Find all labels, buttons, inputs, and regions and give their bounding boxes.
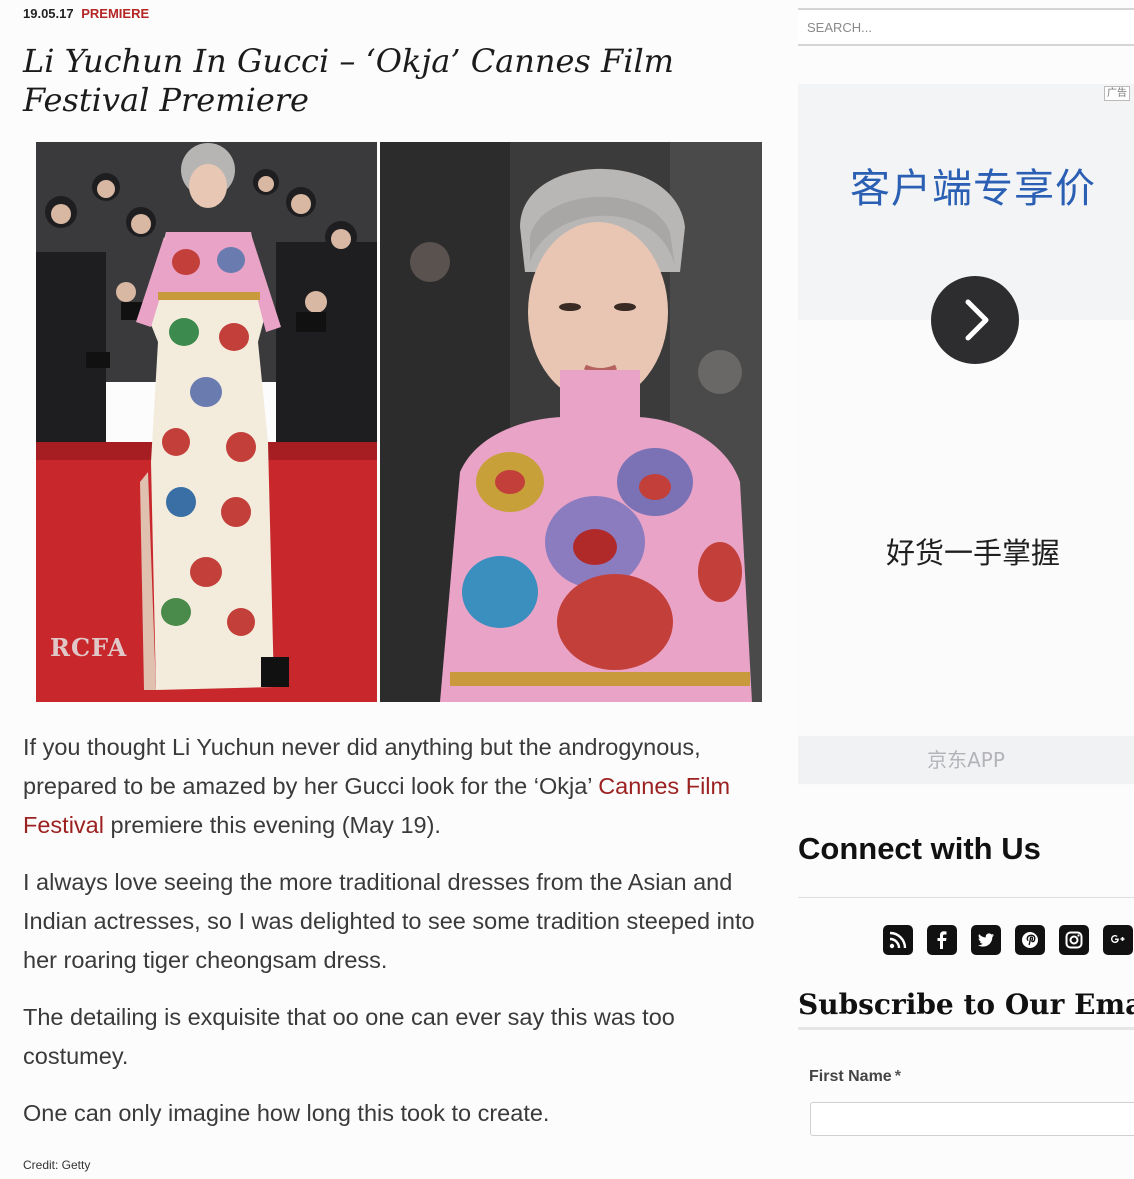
search-box [798,8,1134,46]
full-length-photo[interactable]: RCFA [36,142,377,702]
google-plus-icon[interactable] [1103,925,1133,955]
rss-icon[interactable] [883,925,913,955]
instagram-icon[interactable] [1059,925,1089,955]
ad-next-button[interactable] [931,276,1019,364]
post-meta: 19.05.17 PREMIERE [23,6,149,21]
paragraph-1-text-end: premiere this evening (May 19). [103,812,441,838]
ad-badge: 广告 [1104,86,1130,101]
full-length-photo-illustration [36,142,377,702]
first-name-label-text: First Name [809,1068,892,1085]
photo-credit: Credit: Getty [23,1158,91,1172]
divider [798,897,1134,898]
chevron-right-icon [965,299,989,341]
twitter-icon[interactable] [971,925,1001,955]
sidebar: 广告 客户端专享价 好货一手掌握 京东APP Connect with Us [798,0,1134,1179]
connect-heading: Connect with Us [798,831,1041,866]
divider [798,1027,1134,1030]
article-title[interactable]: Li Yuchun In Gucci – ‘Okja’ Cannes Film … [23,42,763,120]
paragraph-2: I always love seeing the more traditiona… [23,869,755,973]
category-link[interactable]: PREMIERE [81,6,149,21]
rcfa-watermark: RCFA [50,633,128,662]
paragraph-3: The detailing is exquisite that oo one c… [23,1004,675,1069]
ad-cta-button[interactable]: 京东APP [798,736,1134,784]
closeup-photo[interactable] [380,142,762,702]
ad-banner[interactable]: 广告 客户端专享价 好货一手掌握 京东APP [798,84,1134,786]
first-name-field[interactable] [810,1102,1134,1136]
search-input[interactable] [798,10,1134,44]
pinterest-icon[interactable] [1015,925,1045,955]
facebook-icon[interactable] [927,925,957,955]
paragraph-1: If you thought Li Yuchun never did anyth… [23,728,783,845]
ad-headline[interactable]: 客户端专享价 [798,156,1134,214]
social-links [883,925,1133,955]
required-mark: * [894,1068,901,1085]
closeup-photo-illustration [380,142,762,702]
article-body: If you thought Li Yuchun never did anyth… [23,728,783,1151]
article-photos: RCFA [36,142,762,702]
post-date: 19.05.17 [23,6,74,21]
paragraph-4: One can only imagine how long this took … [23,1100,550,1126]
subscribe-heading: Subscribe to Our Email [798,988,1134,1021]
ad-tagline: 好货一手掌握 [885,536,1060,570]
first-name-label: First Name * [809,1068,901,1086]
